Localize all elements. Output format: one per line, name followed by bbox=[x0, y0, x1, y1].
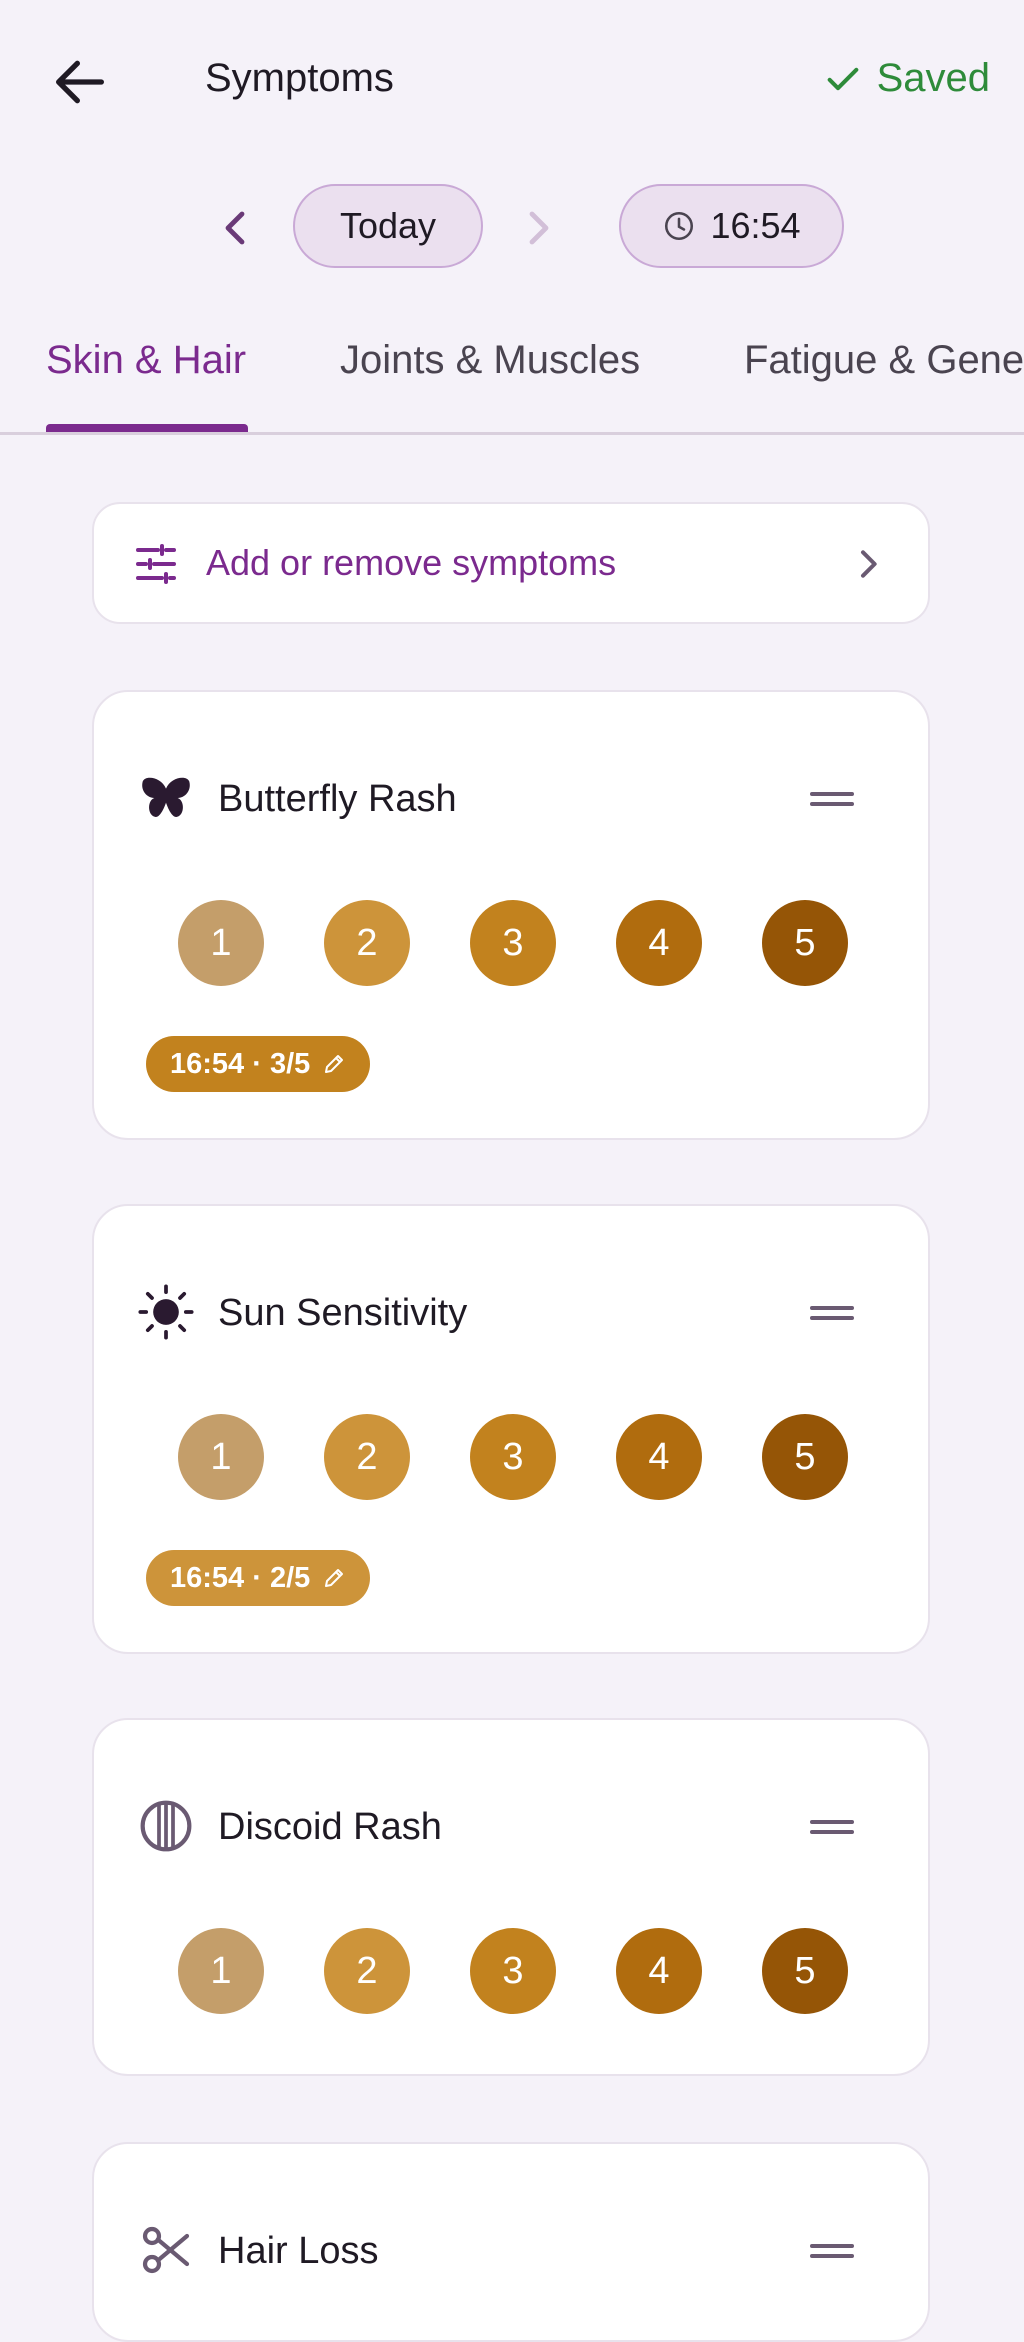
scissors-icon bbox=[142, 2226, 190, 2274]
date-time-bar: Today 16:54 bbox=[0, 182, 1024, 272]
severity-3-button[interactable]: 3 bbox=[470, 1414, 556, 1500]
app-header: Symptoms Saved bbox=[0, 0, 1024, 160]
date-selector[interactable]: Today bbox=[293, 184, 483, 268]
arrow-left-icon bbox=[56, 60, 104, 104]
severity-5-button[interactable]: 5 bbox=[762, 1414, 848, 1500]
drag-handle-icon[interactable] bbox=[808, 784, 856, 814]
add-remove-symptoms-button[interactable]: Add or remove symptoms bbox=[92, 502, 930, 624]
severity-3-button[interactable]: 3 bbox=[470, 1928, 556, 2014]
symptom-card-hair-loss: Hair Loss bbox=[92, 2142, 930, 2342]
drag-handle-icon[interactable] bbox=[808, 2236, 856, 2266]
severity-5-button[interactable]: 5 bbox=[762, 900, 848, 986]
check-icon bbox=[827, 67, 858, 90]
category-tabs: Skin & Hair Joints & Muscles Fatigue & G… bbox=[0, 320, 1024, 435]
severity-1-button[interactable]: 1 bbox=[178, 1414, 264, 1500]
saved-label: Saved bbox=[876, 56, 990, 100]
logged-entry-chip[interactable]: 16:54 · 3/5 bbox=[146, 1036, 371, 1092]
date-label: Today bbox=[339, 205, 437, 246]
logged-entry-chip[interactable]: 16:54 · 2/5 bbox=[146, 1550, 371, 1606]
severity-2-button[interactable]: 2 bbox=[324, 1414, 410, 1500]
time-label: 16:54 bbox=[710, 205, 801, 246]
symptom-name: Sun Sensitivity bbox=[218, 1292, 468, 1334]
severity-scale: 1 2 3 4 5 bbox=[178, 900, 878, 986]
tab-joints-muscles[interactable]: Joints & Muscles bbox=[340, 338, 640, 383]
drag-handle-icon[interactable] bbox=[808, 1812, 856, 1842]
time-selector[interactable]: 16:54 bbox=[619, 184, 844, 268]
severity-3-button[interactable]: 3 bbox=[470, 900, 556, 986]
chevron-right-icon bbox=[861, 550, 877, 578]
drag-handle-icon[interactable] bbox=[808, 1298, 856, 1328]
severity-2-button[interactable]: 2 bbox=[324, 1928, 410, 2014]
entry-label: 16:54 · 2/5 bbox=[170, 1561, 311, 1594]
tab-skin-hair[interactable]: Skin & Hair bbox=[46, 338, 246, 383]
severity-2-button[interactable]: 2 bbox=[324, 900, 410, 986]
severity-4-button[interactable]: 4 bbox=[616, 1928, 702, 2014]
severity-4-button[interactable]: 4 bbox=[616, 900, 702, 986]
entry-label: 16:54 · 3/5 bbox=[170, 1047, 311, 1080]
severity-1-button[interactable]: 1 bbox=[178, 900, 264, 986]
active-tab-indicator bbox=[46, 424, 248, 432]
butterfly-icon bbox=[142, 777, 190, 818]
symptom-card-sun-sensitivity: Sun Sensitivity 1 2 3 4 5 16:54 · 2/5 bbox=[92, 1204, 930, 1654]
saved-status: Saved bbox=[823, 56, 990, 101]
add-remove-symptoms-label: Add or remove symptoms bbox=[206, 542, 617, 583]
previous-day-button[interactable] bbox=[212, 204, 260, 252]
symptom-name: Hair Loss bbox=[218, 2230, 379, 2272]
discoid-icon bbox=[140, 1800, 192, 1852]
tune-icon bbox=[136, 544, 176, 584]
pencil-icon bbox=[325, 1055, 344, 1073]
severity-4-button[interactable]: 4 bbox=[616, 1414, 702, 1500]
chevron-left-icon bbox=[225, 211, 245, 245]
back-button[interactable] bbox=[48, 50, 112, 114]
chevron-right-icon bbox=[529, 211, 549, 245]
symptom-name: Butterfly Rash bbox=[218, 778, 457, 820]
severity-scale: 1 2 3 4 5 bbox=[178, 1928, 878, 2014]
tab-fatigue-general[interactable]: Fatigue & Gene bbox=[744, 338, 1024, 383]
clock-icon bbox=[665, 211, 694, 241]
severity-1-button[interactable]: 1 bbox=[178, 1928, 264, 2014]
symptom-card-discoid-rash: Discoid Rash 1 2 3 4 5 bbox=[92, 1718, 930, 2076]
symptom-card-butterfly-rash: Butterfly Rash 1 2 3 4 5 16:54 · 3/5 bbox=[92, 690, 930, 1140]
severity-5-button[interactable]: 5 bbox=[762, 1928, 848, 2014]
page-title: Symptoms bbox=[205, 56, 394, 100]
severity-scale: 1 2 3 4 5 bbox=[178, 1414, 878, 1500]
symptom-name: Discoid Rash bbox=[218, 1806, 442, 1848]
pencil-icon bbox=[325, 1569, 344, 1587]
sun-icon bbox=[138, 1284, 194, 1340]
next-day-button[interactable] bbox=[514, 204, 562, 252]
